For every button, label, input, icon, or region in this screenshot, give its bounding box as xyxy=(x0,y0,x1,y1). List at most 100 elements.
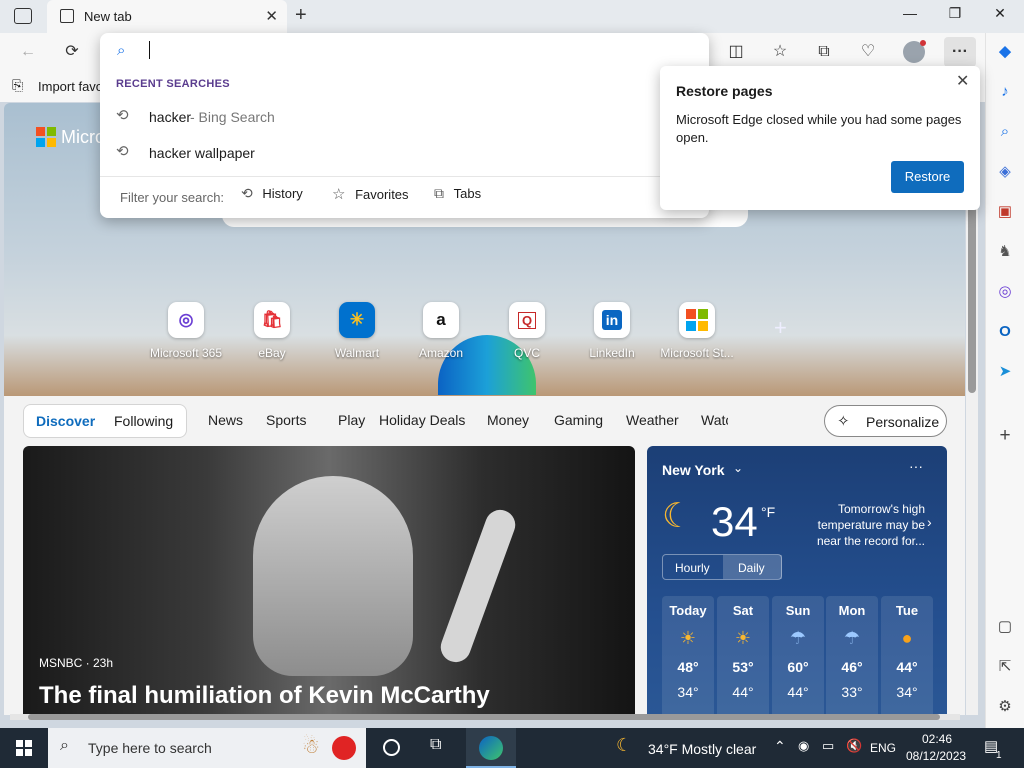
recent-search-item[interactable]: ⟲ hacker - Bing Search xyxy=(100,103,709,131)
tabs-icon: ⧉ xyxy=(434,185,444,201)
send-icon[interactable]: ➤ xyxy=(994,361,1016,383)
show-hidden-icons[interactable]: ⌃ xyxy=(774,738,786,755)
refresh-button[interactable]: ⟳ xyxy=(60,40,84,64)
quicklink-6[interactable]: Microsoft St... xyxy=(652,302,742,360)
shopping-tag-icon[interactable]: ◈ xyxy=(994,161,1016,183)
minimize-button[interactable]: — xyxy=(895,5,925,27)
nav-play[interactable]: Play xyxy=(338,412,365,428)
sun-icon: ☀ xyxy=(734,628,752,648)
add-sidebar-app-icon[interactable]: + xyxy=(994,425,1016,447)
import-favorites-link[interactable]: Import favo xyxy=(38,79,103,94)
weather-city[interactable]: New York xyxy=(662,462,725,478)
chevron-down-icon[interactable]: ⌄ xyxy=(733,461,743,475)
microsoft-logo-icon xyxy=(36,127,56,147)
taskbar-search-placeholder: Type here to search xyxy=(88,740,212,756)
news-card[interactable]: MSNBC · 23h The final humiliation of Kev… xyxy=(23,446,635,715)
language-indicator[interactable]: ENG xyxy=(870,741,896,755)
sun-icon: ☀ xyxy=(679,628,697,648)
tab-discover[interactable]: Discover xyxy=(36,413,95,429)
favorites-star-icon[interactable]: ☆ xyxy=(768,40,792,64)
tools-icon[interactable]: ▣ xyxy=(994,201,1016,223)
tab-following[interactable]: Following xyxy=(114,413,173,429)
new-tab-favicon-icon xyxy=(60,9,74,23)
microsoft-365-icon: ◎ xyxy=(168,302,204,338)
more-options-icon[interactable]: ··· xyxy=(909,458,923,474)
network-icon[interactable]: ▭ xyxy=(822,738,834,754)
filter-history[interactable]: ⟲ History xyxy=(241,185,303,202)
close-window-button[interactable]: ✕ xyxy=(985,5,1015,27)
microsoft-365-icon[interactable]: ◎ xyxy=(994,281,1016,303)
external-link-icon[interactable]: ⇱ xyxy=(994,656,1016,678)
volume-muted-icon[interactable]: 🔇 xyxy=(846,738,862,754)
nav-news[interactable]: News xyxy=(208,412,243,428)
forecast-day[interactable]: Sun ☂ 60° 44° xyxy=(772,596,824,715)
clock-date[interactable]: 08/12/2023 xyxy=(906,749,966,763)
close-icon[interactable]: ✕ xyxy=(956,71,969,91)
taskbar-search-box[interactable]: ⌕ Type here to search ☃ xyxy=(48,728,366,768)
gear-icon[interactable]: ⚙ xyxy=(994,696,1016,718)
recent-search-item[interactable]: ⟲ hacker wallpaper xyxy=(100,139,709,167)
profile-alert-dot xyxy=(920,40,926,46)
filter-favorites[interactable]: ☆ Favorites xyxy=(332,185,409,203)
sidebar-panel-icon[interactable]: ▢ xyxy=(994,616,1016,638)
toggle-daily[interactable]: Daily xyxy=(738,561,765,575)
forecast-day[interactable]: Tue ● 44° 34° xyxy=(881,596,933,715)
forecast-day[interactable]: Sat ☀ 53° 44° xyxy=(717,596,769,715)
nav-weather[interactable]: Weather xyxy=(626,412,679,428)
feed-nav: News Sports Play Holiday Deals Money Gam… xyxy=(208,412,728,432)
nav-money[interactable]: Money xyxy=(487,412,529,428)
filter-tabs[interactable]: ⧉ Tabs xyxy=(434,185,481,202)
quicklink-3[interactable]: a Amazon xyxy=(396,302,486,360)
new-tab-button[interactable]: + xyxy=(295,4,307,27)
notifications-bell-icon[interactable]: ♪ xyxy=(994,81,1016,103)
split-screen-icon[interactable]: ◫ xyxy=(724,40,748,64)
nav-sports[interactable]: Sports xyxy=(266,412,306,428)
forecast-day[interactable]: Today ☀ 48° 34° xyxy=(662,596,714,715)
outlook-icon[interactable]: O xyxy=(994,321,1016,343)
tab-actions-icon[interactable] xyxy=(14,8,32,24)
task-view-icon[interactable]: ⧉ xyxy=(430,736,441,754)
ornament-icon xyxy=(332,736,356,760)
clock-time[interactable]: 02:46 xyxy=(922,732,952,746)
linkedin-icon: in xyxy=(594,302,630,338)
browser-essentials-icon[interactable]: ♡ xyxy=(856,40,880,64)
settings-more-button[interactable]: ··· xyxy=(948,40,972,64)
taskbar-weather[interactable]: 34°F Mostly clear xyxy=(648,741,756,757)
search-icon: ⌕ xyxy=(117,42,126,59)
edge-taskbar-button[interactable] xyxy=(466,728,516,768)
personalize-button[interactable]: ✧ Personalize xyxy=(824,405,947,437)
close-tab-icon[interactable]: ✕ xyxy=(265,7,278,25)
tab-new-tab[interactable]: New tab ✕ xyxy=(47,0,287,33)
quicklink-4[interactable]: Q QVC xyxy=(482,302,572,360)
nav-watch[interactable]: Watch xyxy=(701,412,728,428)
restore-button[interactable]: Restore xyxy=(891,161,964,193)
quicklink-2[interactable]: ✳ Walmart xyxy=(312,302,402,360)
copilot-icon[interactable]: ◆ xyxy=(994,41,1016,63)
collections-icon[interactable]: ⧉ xyxy=(812,40,836,64)
nav-gaming[interactable]: Gaming xyxy=(554,412,603,428)
restore-window-button[interactable]: ❐ xyxy=(940,5,970,27)
add-quicklink-button[interactable]: + xyxy=(774,315,787,341)
search-icon[interactable]: ⌕ xyxy=(994,121,1016,143)
news-source: MSNBC · 23h xyxy=(39,656,114,670)
nav-holiday-deals[interactable]: Holiday Deals xyxy=(379,412,465,428)
forecast-day[interactable]: Mon ☂ 46° 33° xyxy=(826,596,878,715)
windows-start-icon[interactable] xyxy=(16,740,32,756)
cortana-icon[interactable] xyxy=(383,739,400,756)
weather-note[interactable]: Tomorrow's high temperature may be near … xyxy=(807,501,925,549)
horizontal-scrollbar[interactable] xyxy=(10,714,960,720)
quicklink-0[interactable]: ◎ Microsoft 365 xyxy=(141,302,231,360)
quicklink-1[interactable]: 🛍 eBay xyxy=(227,302,317,360)
back-button[interactable]: ← xyxy=(16,40,40,64)
chevron-right-icon[interactable]: › xyxy=(927,514,932,530)
games-icon[interactable]: ♞ xyxy=(994,241,1016,263)
meet-now-icon[interactable]: ◉ xyxy=(798,738,809,754)
address-input[interactable] xyxy=(140,37,700,63)
taskbar: ⌕ Type here to search ☃ ⧉ ☾ 34°F Mostly … xyxy=(0,728,1024,768)
personalize-label: Personalize xyxy=(866,414,940,430)
rain-icon: ☂ xyxy=(843,628,861,648)
news-headline[interactable]: The final humiliation of Kevin McCarthy xyxy=(39,682,490,710)
weather-card[interactable]: New York ⌄ ··· ☾ 34 °F Tomorrow's high t… xyxy=(647,446,947,715)
toggle-hourly[interactable]: Hourly xyxy=(675,561,710,575)
quicklink-5[interactable]: in LinkedIn xyxy=(567,302,657,360)
